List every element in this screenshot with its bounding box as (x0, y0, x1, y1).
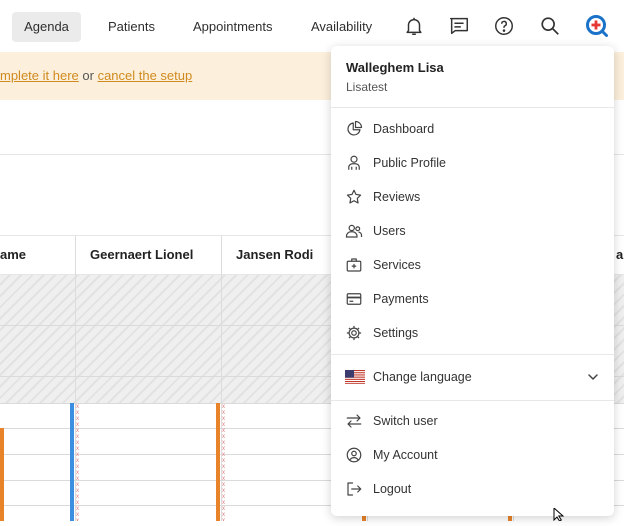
menu-item-label: Services (373, 258, 421, 272)
tab-appointments-label: Appointments (193, 19, 273, 34)
unavailable-marker: x x x x x x x x x x x x x x x x x x x x (222, 404, 225, 521)
tab-agenda-label: Agenda (24, 19, 69, 34)
menu-item-services[interactable]: Services (331, 248, 614, 282)
gear-icon (345, 324, 363, 342)
tab-agenda[interactable]: Agenda (12, 12, 81, 42)
tab-patients[interactable]: Patients (108, 12, 155, 42)
menu-item-dashboard[interactable]: Dashboard (331, 112, 614, 146)
medical-kit-icon (345, 256, 363, 274)
cancel-setup-link[interactable]: cancel the setup (98, 68, 193, 83)
complete-setup-link[interactable]: mplete it here (0, 68, 79, 83)
menu-item-reviews[interactable]: Reviews (331, 180, 614, 214)
logout-icon (345, 480, 363, 498)
help-icon[interactable] (493, 15, 515, 37)
tab-availability-label: Availability (311, 19, 373, 34)
menu-item-switch-user[interactable]: Switch user (331, 404, 614, 438)
column-header: Geernaert Lionel (90, 247, 194, 262)
menu-divider (331, 400, 614, 401)
menu-item-label: Public Profile (373, 156, 446, 170)
account-circle-icon (345, 446, 363, 464)
menu-item-change-language[interactable]: Change language (331, 360, 614, 394)
search-icon[interactable] (539, 15, 561, 37)
menu-divider (331, 354, 614, 355)
switch-arrows-icon (345, 412, 363, 430)
user-name: Walleghem Lisa (346, 60, 444, 75)
menu-item-label: Logout (373, 482, 412, 496)
menu-item-label: Users (373, 224, 406, 238)
menu-item-label: Payments (373, 292, 429, 306)
bell-icon[interactable] (403, 15, 425, 37)
tab-patients-label: Patients (108, 19, 155, 34)
pie-chart-icon (345, 120, 363, 138)
user-dropdown-menu: Walleghem Lisa Lisatest Dashboard Public… (331, 46, 614, 516)
menu-item-users[interactable]: Users (331, 214, 614, 248)
column-header: Jansen Rodi (236, 247, 314, 262)
us-flag-icon (345, 370, 365, 384)
availability-bar (216, 403, 220, 521)
top-nav-bar: Agenda Patients Appointments Availabilit… (0, 0, 624, 52)
menu-item-label: Dashboard (373, 122, 435, 136)
column-header: ame (0, 247, 27, 262)
tab-availability[interactable]: Availability (311, 12, 372, 42)
mouse-cursor-icon (553, 506, 565, 526)
star-icon (345, 188, 363, 206)
menu-item-label: Settings (373, 326, 419, 340)
credit-card-icon (345, 290, 363, 308)
availability-bar (0, 428, 4, 521)
menu-item-payments[interactable]: Payments (331, 282, 614, 316)
menu-item-label: My Account (373, 448, 438, 462)
menu-item-my-account[interactable]: My Account (331, 438, 614, 472)
banner-text: or (78, 68, 98, 83)
column-header: a (616, 247, 624, 262)
menu-item-label: Reviews (373, 190, 421, 204)
person-icon (345, 154, 363, 172)
message-icon[interactable] (448, 15, 470, 37)
profile-avatar-icon[interactable] (585, 14, 609, 38)
unavailable-marker: x x x x x x x x x x x x x x x x x x x x (76, 404, 79, 521)
menu-item-label: Switch user (373, 414, 438, 428)
users-icon (345, 222, 363, 240)
menu-item-label: Change language (373, 370, 472, 384)
menu-divider (331, 107, 614, 108)
menu-item-public-profile[interactable]: Public Profile (331, 146, 614, 180)
availability-bar (70, 403, 74, 521)
menu-item-logout[interactable]: Logout (331, 472, 614, 506)
user-subtitle: Lisatest (346, 80, 388, 94)
chevron-down-icon (585, 369, 601, 385)
menu-item-settings[interactable]: Settings (331, 316, 614, 350)
tab-appointments[interactable]: Appointments (193, 12, 273, 42)
